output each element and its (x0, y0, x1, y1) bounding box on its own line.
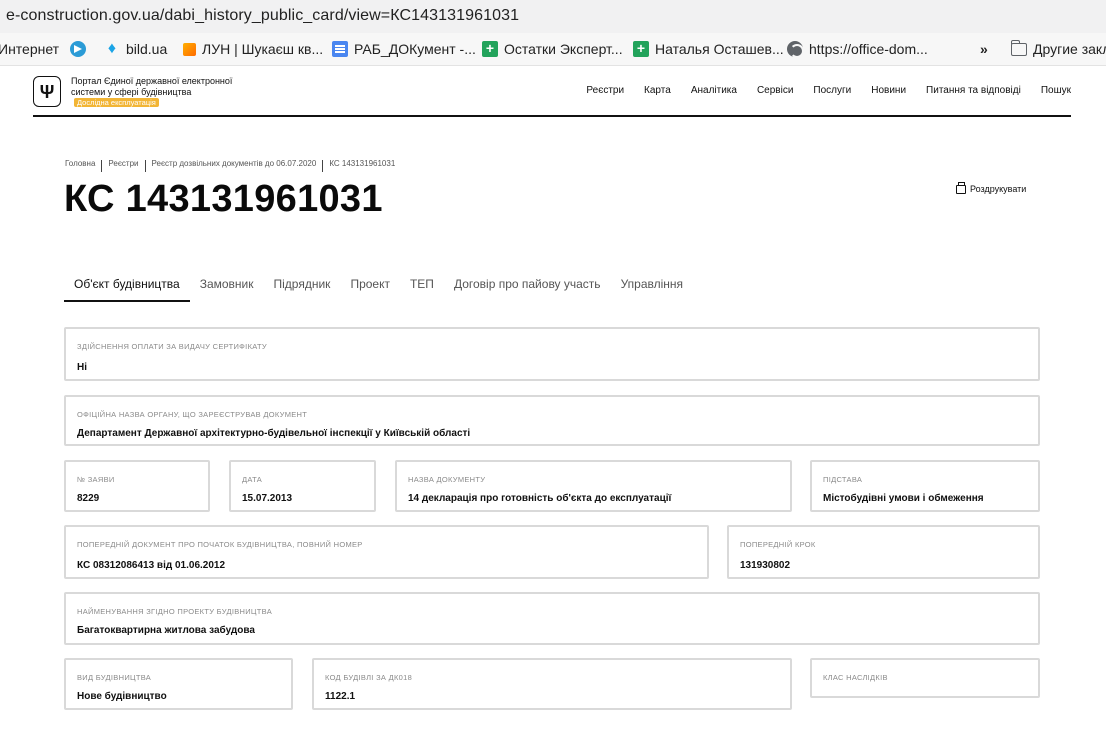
telegram-icon (70, 41, 86, 57)
field-construction-type: Вид будівництва Нове будівництво (64, 658, 293, 710)
breadcrumb-permit-registry[interactable]: Реєстр дозвільних документів до 06.07.20… (152, 159, 317, 168)
field-value: Ні (77, 362, 87, 373)
other-bookmarks-folder[interactable]: Другие закл (1011, 39, 1106, 57)
bookmark-telegram[interactable] (70, 41, 86, 57)
site-header: Ψ Портал Єдиної державної електронної си… (33, 67, 1071, 117)
field-label: Найменування згідно проекту будівництва (77, 607, 273, 616)
field-document-name: Назва документу 14 декларація про готовн… (395, 460, 792, 512)
field-label: Підстава (823, 475, 863, 484)
breadcrumb-separator (101, 160, 103, 172)
field-value: 1122.1 (325, 691, 356, 702)
bild-icon: ♦ (107, 40, 117, 57)
breadcrumb-home[interactable]: Головна (65, 159, 95, 168)
field-value: КС 08312086413 від 01.06.2012 (77, 560, 226, 571)
field-label: № заяви (77, 475, 115, 484)
page-title: КС 143131961031 (64, 178, 383, 220)
main-nav: Реєстри Карта Аналітика Сервіси Послуги … (566, 85, 1071, 96)
tab-project[interactable]: Проект (340, 277, 400, 302)
trident-icon: Ψ (39, 81, 55, 102)
bookmark-natalya[interactable]: Наталья Осташев... (633, 40, 784, 57)
nav-search[interactable]: Пошук (1041, 85, 1071, 96)
field-label: Офіційна назва органу, що зареєстрував д… (77, 410, 308, 419)
bookmark-internet[interactable]: Интернет (0, 41, 59, 57)
field-value: 15.07.2013 (242, 493, 293, 504)
field-consequence-class: Клас наслідків (810, 658, 1040, 698)
nav-services[interactable]: Сервіси (757, 85, 793, 96)
bookmarks-bar: Интернет ♦ bild.ua ЛУН | Шукаєш кв... РА… (0, 33, 1106, 66)
bookmark-label: https://office-dom... (809, 41, 928, 57)
portal-name-text: Портал Єдиної державної електронної сист… (71, 76, 233, 97)
breadcrumb-separator (144, 160, 146, 172)
field-value: Містобудівні умови і обмеження (823, 493, 984, 504)
field-value: 14 декларація про готовність об'єкта до … (408, 493, 672, 504)
bookmark-label: Остатки Эксперт... (504, 41, 623, 57)
beta-badge: Дослідна експлуатація (74, 98, 159, 107)
field-label: Попередній документ про початок будівниц… (77, 540, 363, 549)
breadcrumb-current: КС 143131961031 (329, 158, 396, 168)
portal-name[interactable]: Портал Єдиної державної електронної сист… (71, 76, 251, 109)
sheets-icon (633, 40, 649, 57)
bookmark-label: РАБ_ДОКумент -... (354, 41, 476, 57)
bookmark-label: Наталья Осташев... (655, 41, 784, 57)
bookmark-ostatki[interactable]: Остатки Эксперт... (482, 40, 623, 57)
nav-registries[interactable]: Реєстри (586, 85, 624, 96)
field-value: Нове будівництво (77, 691, 167, 702)
field-label: Дата (242, 475, 263, 484)
field-previous-step: Попередній крок 131930802 (727, 525, 1040, 579)
field-label: Попередній крок (740, 540, 816, 549)
lun-icon (183, 42, 196, 56)
field-project-name: Найменування згідно проекту будівництва … (64, 592, 1040, 645)
field-label: Вид будівництва (77, 673, 152, 682)
bookmark-label: bild.ua (126, 41, 168, 57)
printer-icon (956, 181, 966, 194)
field-value: 8229 (77, 493, 100, 504)
breadcrumb-separator (322, 160, 324, 172)
bookmark-office-dom[interactable]: https://office-dom... (787, 41, 928, 58)
docs-icon (332, 41, 348, 57)
bookmark-lun[interactable]: ЛУН | Шукаєш кв... (183, 41, 323, 57)
bookmark-label: Интернет (0, 41, 60, 57)
field-date: Дата 15.07.2013 (229, 460, 376, 512)
browser-address-bar[interactable]: e-construction.gov.ua/dabi_history_publi… (0, 0, 1106, 33)
bookmarks-overflow-button[interactable]: » (980, 41, 988, 57)
field-value: Багатоквартирна житлова забудова (77, 625, 255, 636)
bookmark-rab-doc[interactable]: РАБ_ДОКумент -... (332, 41, 476, 57)
field-basis: Підстава Містобудівні умови і обмеження (810, 460, 1040, 512)
url-text[interactable]: e-construction.gov.ua/dabi_history_publi… (6, 7, 519, 25)
record-tabs: Об'єкт будівництва Замовник Підрядник Пр… (64, 277, 693, 302)
field-application-number: № заяви 8229 (64, 460, 210, 512)
tab-customer[interactable]: Замовник (190, 277, 264, 302)
field-building-code: Код будівлі за ДК018 1122.1 (312, 658, 792, 710)
tab-share-agreement[interactable]: Договір про пайову участь (444, 277, 611, 302)
nav-news[interactable]: Новини (871, 85, 906, 96)
bookmark-label: Другие закл (1033, 41, 1106, 57)
tab-construction-object[interactable]: Об'єкт будівництва (64, 277, 190, 302)
tab-management[interactable]: Управління (611, 277, 693, 302)
field-label: Здійснення оплати за видачу сертифікату (77, 342, 267, 351)
field-value: Департамент Державної архітектурно-будів… (77, 428, 471, 439)
bookmark-label: ЛУН | Шукаєш кв... (202, 41, 324, 57)
field-label: Код будівлі за ДК018 (325, 673, 413, 682)
nav-analytics[interactable]: Аналітика (691, 85, 737, 96)
tab-tep[interactable]: ТЕП (400, 277, 444, 302)
field-authority: Офіційна назва органу, що зареєстрував д… (64, 395, 1040, 446)
bookmark-bild[interactable]: ♦ bild.ua (104, 40, 168, 58)
coat-of-arms-logo[interactable]: Ψ (33, 76, 61, 107)
breadcrumb: Головна Реєстри Реєстр дозвільних докуме… (65, 157, 396, 172)
sheets-icon (482, 40, 498, 57)
nav-offers[interactable]: Послуги (813, 85, 851, 96)
field-previous-document: Попередній документ про початок будівниц… (64, 525, 709, 579)
tab-contractor[interactable]: Підрядник (264, 277, 341, 302)
folder-icon (1011, 39, 1027, 56)
globe-icon (787, 41, 804, 58)
field-label: Клас наслідків (823, 673, 888, 682)
nav-map[interactable]: Карта (644, 85, 671, 96)
field-payment: Здійснення оплати за видачу сертифікату … (64, 327, 1040, 381)
nav-faq[interactable]: Питання та відповіді (926, 85, 1021, 96)
field-label: Назва документу (408, 475, 486, 484)
print-button[interactable]: Роздрукувати (956, 181, 1027, 194)
field-value: 131930802 (740, 560, 791, 571)
print-label: Роздрукувати (970, 184, 1027, 194)
breadcrumb-registries[interactable]: Реєстри (108, 159, 138, 168)
